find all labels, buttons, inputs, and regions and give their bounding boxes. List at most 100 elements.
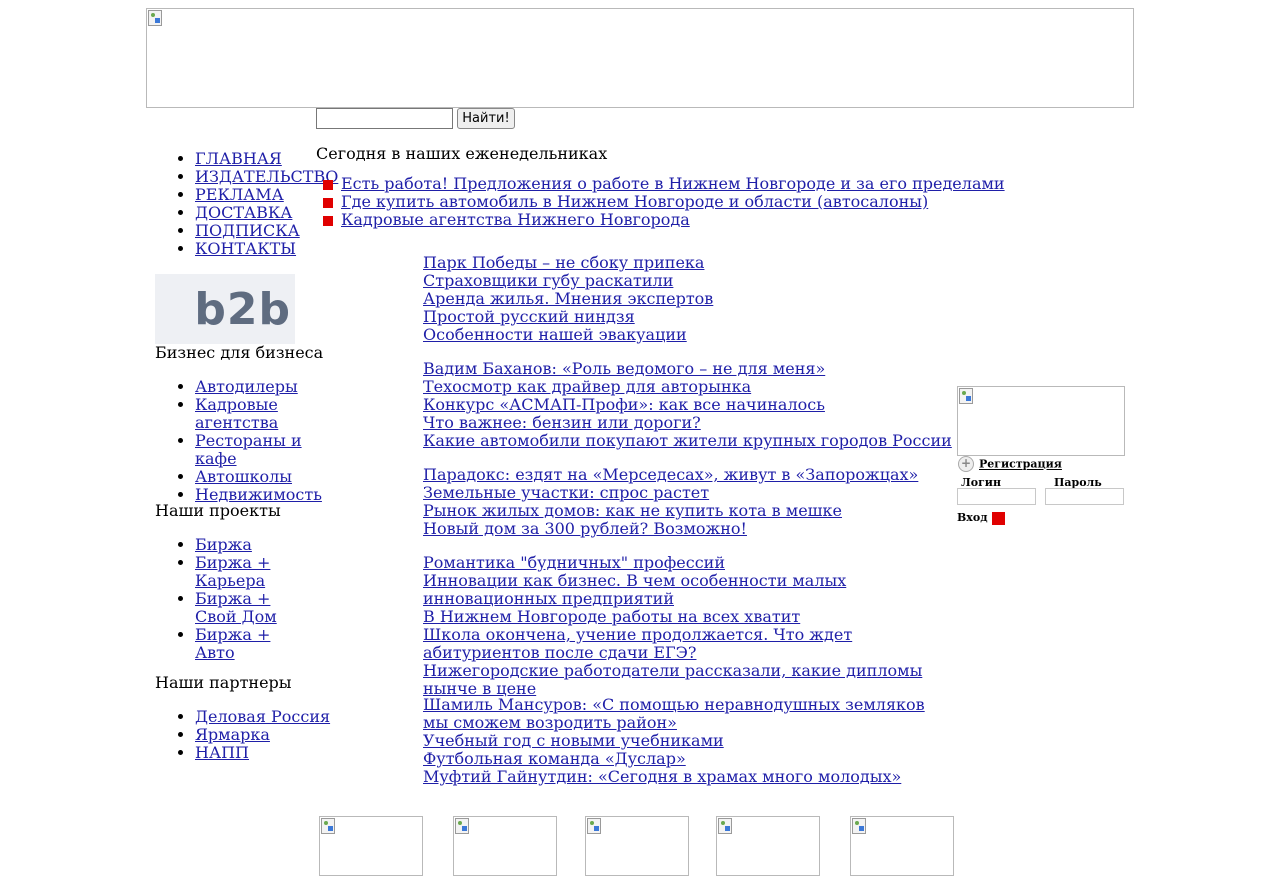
partner-link-delovaya-rossiya[interactable]: Деловая Россия: [195, 707, 330, 726]
list-item: Биржа + Авто: [195, 626, 315, 662]
menu-link-delivery[interactable]: ДОСТАВКА: [195, 203, 292, 222]
menu-item-delivery: ДОСТАВКА: [195, 204, 335, 222]
enter-row: Вход: [957, 511, 1005, 525]
news-link[interactable]: В Нижнем Новгороде работы на всех хватит: [423, 608, 953, 626]
news-link[interactable]: Рынок жилых домов: как не купить кота в …: [423, 502, 953, 520]
news-group-1: Парк Победы – не сбоку припека Страховщи…: [423, 254, 953, 344]
weekly-list: Есть работа! Предложения о работе в Нижн…: [322, 175, 1005, 229]
news-group-3: Парадокс: ездят на «Мерседесах», живут в…: [423, 466, 953, 538]
news-group-5: Шамиль Мансуров: «С помощью неравнодушны…: [423, 696, 953, 786]
partner-image[interactable]: [585, 816, 689, 876]
list-item: Биржа + Карьера: [195, 554, 315, 590]
news-link[interactable]: Простой русский ниндзя: [423, 308, 953, 326]
partner-image[interactable]: [850, 816, 954, 876]
partners-list: Деловая Россия Ярмарка НАПП: [155, 708, 335, 762]
search-button[interactable]: Найти!: [457, 108, 515, 129]
menu-link-advertising[interactable]: РЕКЛАМА: [195, 185, 284, 204]
register-link[interactable]: Регистрация: [979, 458, 1062, 471]
list-item: Ярмарка: [195, 726, 335, 744]
projects-heading: Наши проекты: [155, 501, 281, 520]
broken-image-icon: [587, 818, 601, 834]
b2b-link-restaurants[interactable]: Рестораны и кафе: [195, 431, 302, 468]
b2b-heading: Бизнес для бизнеса: [155, 343, 324, 362]
search-input[interactable]: [316, 108, 453, 129]
weekly-link-jobs[interactable]: Есть работа! Предложения о работе в Нижн…: [341, 174, 1005, 193]
project-link-career[interactable]: Биржа + Карьера: [195, 553, 270, 590]
news-link[interactable]: Аренда жилья. Мнения экспертов: [423, 290, 953, 308]
news-link[interactable]: Инновации как бизнес. В чем особенности …: [423, 572, 953, 608]
news-link[interactable]: Парадокс: ездят на «Мерседесах», живут в…: [423, 466, 953, 484]
login-input[interactable]: [957, 488, 1036, 505]
red-square-bullet-icon: [323, 198, 333, 208]
menu-item-home: ГЛАВНАЯ: [195, 150, 335, 168]
list-item: НАПП: [195, 744, 335, 762]
news-link[interactable]: Техосмотр как драйвер для авторынка: [423, 378, 953, 396]
register-row: + Регистрация: [958, 456, 1062, 472]
red-square-bullet-icon: [323, 180, 333, 190]
menu-link-publishing[interactable]: ИЗДАТЕЛЬСТВО: [195, 167, 338, 186]
top-banner-image: [146, 8, 1134, 108]
project-link-birzha[interactable]: Биржа: [195, 535, 252, 554]
red-square-bullet-icon: [323, 216, 333, 226]
partner-image[interactable]: [716, 816, 820, 876]
project-link-auto[interactable]: Биржа + Авто: [195, 625, 270, 662]
news-link[interactable]: Романтика "будничных" профессий: [423, 554, 953, 572]
broken-image-icon: [718, 818, 732, 834]
news-link[interactable]: Учебный год с новыми учебниками: [423, 732, 953, 750]
list-item: Есть работа! Предложения о работе в Нижн…: [322, 175, 1005, 193]
broken-image-icon: [455, 818, 469, 834]
news-group-4: Романтика "будничных" профессий Инноваци…: [423, 554, 953, 698]
weekly-link-cars[interactable]: Где купить автомобиль в Нижнем Новгороде…: [341, 192, 928, 211]
partners-heading: Наши партнеры: [155, 673, 292, 692]
partner-image[interactable]: [453, 816, 557, 876]
enter-label: Вход: [957, 511, 988, 524]
partner-link-yarmarka[interactable]: Ярмарка: [195, 725, 270, 744]
b2b-logo[interactable]: b2b: [155, 274, 295, 344]
broken-image-icon: [321, 818, 335, 834]
menu-item-contacts: КОНТАКТЫ: [195, 240, 335, 258]
news-link[interactable]: Страховщики губу раскатили: [423, 272, 953, 290]
broken-image-icon: [959, 388, 973, 404]
news-link[interactable]: Земельные участки: спрос растет: [423, 484, 953, 502]
news-link[interactable]: Новый дом за 300 рублей? Возможно!: [423, 520, 953, 538]
news-link[interactable]: Конкурс «АСМАП-Профи»: как все начиналос…: [423, 396, 953, 414]
news-link[interactable]: Какие автомобили покупают жители крупных…: [423, 432, 953, 450]
partner-link-napp[interactable]: НАПП: [195, 743, 249, 762]
weekly-link-agencies[interactable]: Кадровые агентства Нижнего Новгорода: [341, 210, 690, 229]
enter-button[interactable]: [991, 511, 1005, 525]
menu-link-contacts[interactable]: КОНТАКТЫ: [195, 239, 296, 258]
broken-image-icon: [852, 818, 866, 834]
news-link[interactable]: Парк Победы – не сбоку припека: [423, 254, 953, 272]
list-item: Рестораны и кафе: [195, 432, 335, 468]
menu-link-subscription[interactable]: ПОДПИСКА: [195, 221, 300, 240]
b2b-link-driving-schools[interactable]: Автошколы: [195, 467, 292, 486]
project-link-home[interactable]: Биржа + Свой Дом: [195, 589, 277, 626]
list-item: Автодилеры: [195, 378, 335, 396]
password-input[interactable]: [1045, 488, 1124, 505]
b2b-logo-text: b2b: [194, 284, 291, 335]
partner-image[interactable]: [319, 816, 423, 876]
news-link[interactable]: Муфтий Гайнутдин: «Сегодня в храмах мног…: [423, 768, 953, 786]
news-link[interactable]: Особенности нашей эвакуации: [423, 326, 953, 344]
menu-item-advertising: РЕКЛАМА: [195, 186, 335, 204]
list-item: Биржа: [195, 536, 315, 554]
news-link[interactable]: Футбольная команда «Дуслар»: [423, 750, 953, 768]
list-item: Автошколы: [195, 468, 335, 486]
list-item: Кадровые агентства Нижнего Новгорода: [322, 211, 1005, 229]
news-link[interactable]: Школа окончена, учение продолжается. Что…: [423, 626, 953, 662]
b2b-link-recruiting[interactable]: Кадровые агентства: [195, 395, 278, 432]
b2b-list: Автодилеры Кадровые агентства Рестораны …: [155, 378, 335, 504]
list-item: Деловая Россия: [195, 708, 335, 726]
news-group-2: Вадим Баханов: «Роль ведомого – не для м…: [423, 360, 953, 450]
news-link[interactable]: Нижегородские работодатели рассказали, к…: [423, 662, 953, 698]
list-item: Биржа + Свой Дом: [195, 590, 315, 626]
news-link[interactable]: Вадим Баханов: «Роль ведомого – не для м…: [423, 360, 953, 378]
main-menu: ГЛАВНАЯ ИЗДАТЕЛЬСТВО РЕКЛАМА ДОСТАВКА ПО…: [155, 150, 338, 258]
projects-list: Биржа Биржа + Карьера Биржа + Свой Дом Б…: [155, 536, 315, 662]
news-link[interactable]: Шамиль Мансуров: «С помощью неравнодушны…: [423, 696, 953, 732]
b2b-link-car-dealers[interactable]: Автодилеры: [195, 377, 298, 396]
menu-item-subscription: ПОДПИСКА: [195, 222, 335, 240]
plus-circle-icon: +: [958, 456, 974, 472]
menu-link-home[interactable]: ГЛАВНАЯ: [195, 149, 282, 168]
news-link[interactable]: Что важнее: бензин или дороги?: [423, 414, 953, 432]
